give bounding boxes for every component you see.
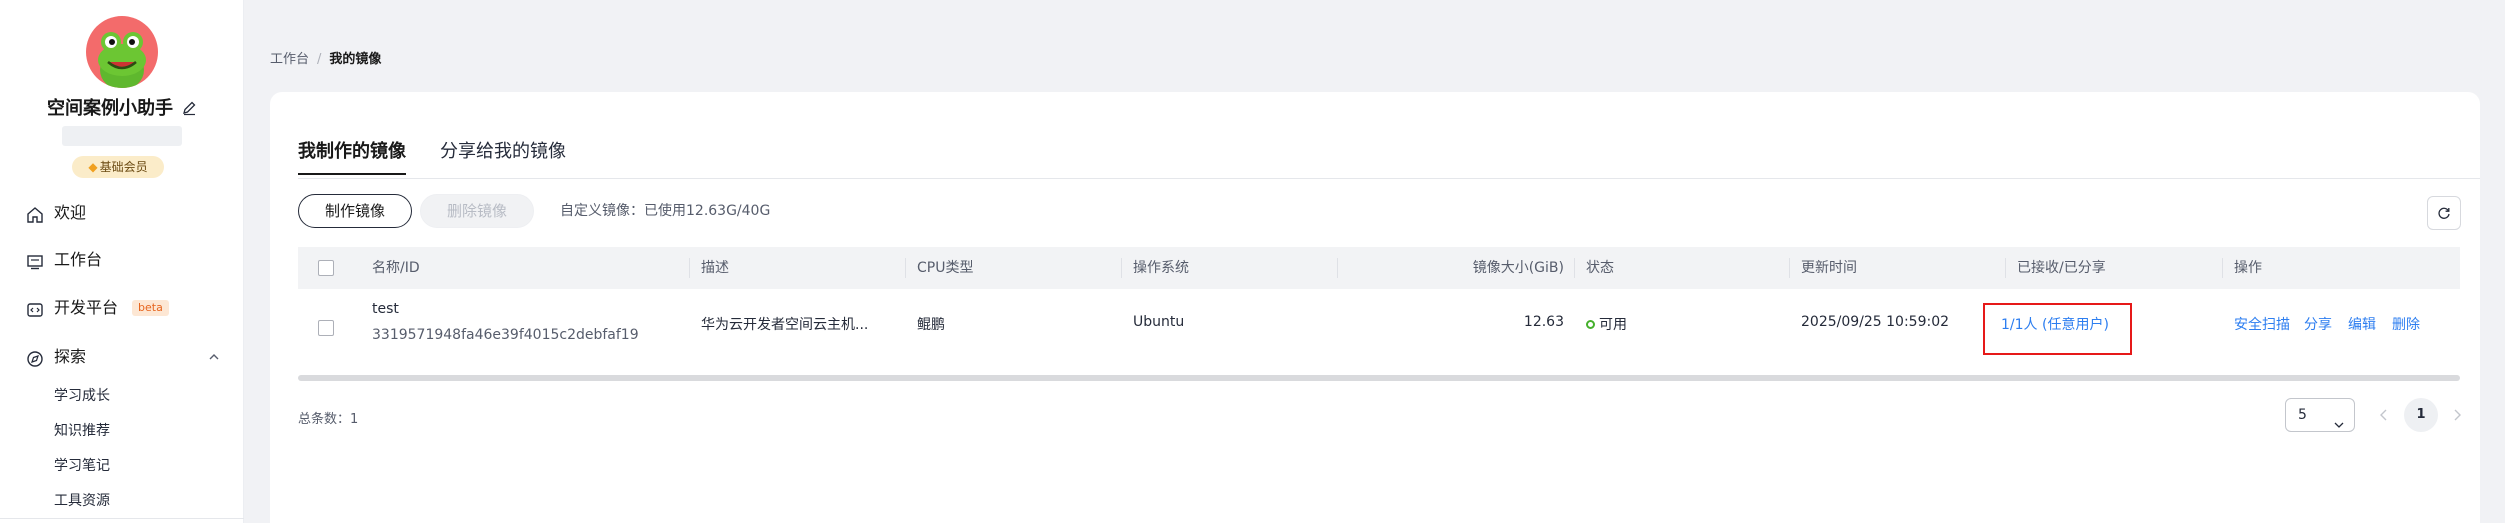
tab-divider xyxy=(298,178,2480,179)
divider xyxy=(0,518,244,519)
sidebar-item-label: 工作台 xyxy=(54,250,103,269)
image-size: 12.63 xyxy=(1523,314,1564,330)
sidebar-item-label: 开发平台 xyxy=(54,298,119,317)
cpu-type: 鲲鹏 xyxy=(917,317,945,333)
edit-link[interactable]: 编辑 xyxy=(2348,314,2376,334)
chevron-down-icon xyxy=(2334,410,2344,428)
sidebar-item-label: 欢迎 xyxy=(54,203,87,222)
os-name: Ubuntu xyxy=(1133,314,1185,330)
sidebar-subitem[interactable]: 学习成长 xyxy=(54,385,110,405)
chevron-left-icon xyxy=(2380,409,2387,421)
column-divider xyxy=(689,258,690,278)
tab-bar: 我制作的镜像 分享给我的镜像 xyxy=(298,137,600,175)
breadcrumb-root[interactable]: 工作台 xyxy=(270,52,309,67)
breadcrumb: 工作台 / 我的镜像 xyxy=(270,48,381,67)
table-row: test 3319571948fa46e39f4015c2debfaf19 华为… xyxy=(298,289,2460,367)
column-divider xyxy=(1337,258,1338,278)
quota-text: 自定义镜像：已使用12.63G/40G xyxy=(560,203,771,219)
horizontal-scrollbar[interactable] xyxy=(298,375,2460,381)
tab-shared-images[interactable]: 分享给我的镜像 xyxy=(440,137,566,175)
column-header: 操作系统 xyxy=(1133,260,1189,276)
column-header: 镜像大小(GiB) xyxy=(1472,260,1564,276)
edit-pencil-icon[interactable] xyxy=(181,100,197,116)
refresh-icon xyxy=(2438,207,2450,219)
column-header: 更新时间 xyxy=(1801,260,1857,276)
column-divider xyxy=(905,258,906,278)
updated-time: 2025/09/25 10:59:02 xyxy=(1801,314,1950,330)
column-divider xyxy=(2005,258,2006,278)
page-size-value: 5 xyxy=(2298,407,2307,423)
column-header: 已接收/已分享 xyxy=(2017,260,2106,276)
member-badge: ◆ 基础会员 xyxy=(72,156,164,178)
table-header: 名称/ID 描述 CPU类型 操作系统 镜像大小(GiB) 状态 更新时间 已接… xyxy=(298,247,2460,289)
share-link[interactable]: 分享 xyxy=(2304,314,2332,334)
sidebar-item-explore[interactable]: 探索 xyxy=(26,342,86,372)
column-divider xyxy=(1789,258,1790,278)
next-page-button[interactable] xyxy=(2446,404,2468,426)
delete-link[interactable]: 删除 xyxy=(2392,314,2420,334)
column-header: 状态 xyxy=(1586,260,1614,276)
beta-badge: beta xyxy=(132,300,169,316)
chevron-right-icon xyxy=(2454,409,2461,421)
status-cell: 可用 xyxy=(1586,314,1627,334)
refresh-button[interactable] xyxy=(2427,196,2461,230)
column-header: 操作 xyxy=(2234,260,2262,276)
status-ok-icon xyxy=(1586,320,1595,329)
user-name-text: 空间案例小助手 xyxy=(47,98,173,119)
user-id-redacted xyxy=(62,126,182,146)
security-scan-link[interactable]: 安全扫描 xyxy=(2234,314,2290,334)
column-header: 描述 xyxy=(701,260,729,276)
explore-icon xyxy=(26,348,44,367)
create-image-button[interactable]: 制作镜像 xyxy=(298,194,412,228)
select-all-checkbox[interactable] xyxy=(318,260,334,276)
total-count: 总条数：1 xyxy=(298,412,359,427)
main-card: 我制作的镜像 分享给我的镜像 制作镜像 删除镜像 自定义镜像：已使用12.63G… xyxy=(270,92,2480,523)
column-divider xyxy=(1121,258,1122,278)
frog-avatar-icon xyxy=(98,32,146,88)
avatar[interactable] xyxy=(86,16,158,88)
page-size-select[interactable]: 5 xyxy=(2285,398,2355,432)
sidebar-subitem[interactable]: 工具资源 xyxy=(54,490,110,510)
sidebar-subitem[interactable]: 知识推荐 xyxy=(54,420,110,440)
sidebar-item-welcome[interactable]: 欢迎 xyxy=(26,198,86,228)
sidebar-item-label: 探索 xyxy=(54,347,87,366)
row-checkbox[interactable] xyxy=(318,320,334,336)
member-badge-label: 基础会员 xyxy=(99,160,148,174)
column-header: 名称/ID xyxy=(372,260,420,276)
status-text: 可用 xyxy=(1599,317,1627,333)
workbench-icon xyxy=(26,251,44,270)
column-divider xyxy=(1574,258,1575,278)
user-name: 空间案例小助手 xyxy=(0,94,244,120)
column-header: CPU类型 xyxy=(917,260,974,276)
image-name[interactable]: test xyxy=(372,301,399,317)
breadcrumb-current: 我的镜像 xyxy=(329,52,382,67)
sidebar-subitem[interactable]: 学习笔记 xyxy=(54,455,110,475)
image-description: 华为云开发者空间云主机... xyxy=(701,317,869,333)
sidebar: 空间案例小助手 ◆ 基础会员 欢迎 工作台 开发平台 beta 探索 学习成长 知… xyxy=(0,0,244,523)
delete-image-button[interactable]: 删除镜像 xyxy=(420,194,534,228)
shared-count-link[interactable]: 1/1人 (任意用户) xyxy=(2001,314,2109,334)
prev-page-button[interactable] xyxy=(2373,404,2395,426)
chevron-up-icon[interactable] xyxy=(208,348,220,360)
diamond-icon: ◆ xyxy=(88,160,98,174)
sidebar-item-workbench[interactable]: 工作台 xyxy=(26,245,102,275)
column-divider xyxy=(2222,258,2223,278)
tab-my-images[interactable]: 我制作的镜像 xyxy=(298,137,406,175)
page-number-current[interactable]: 1 xyxy=(2404,398,2438,432)
breadcrumb-separator: / xyxy=(317,52,322,67)
code-icon xyxy=(26,299,44,317)
home-icon xyxy=(26,204,44,223)
sidebar-item-dev-platform[interactable]: 开发平台 beta xyxy=(26,293,169,323)
image-id: 3319571948fa46e39f4015c2debfaf19 xyxy=(372,327,639,343)
